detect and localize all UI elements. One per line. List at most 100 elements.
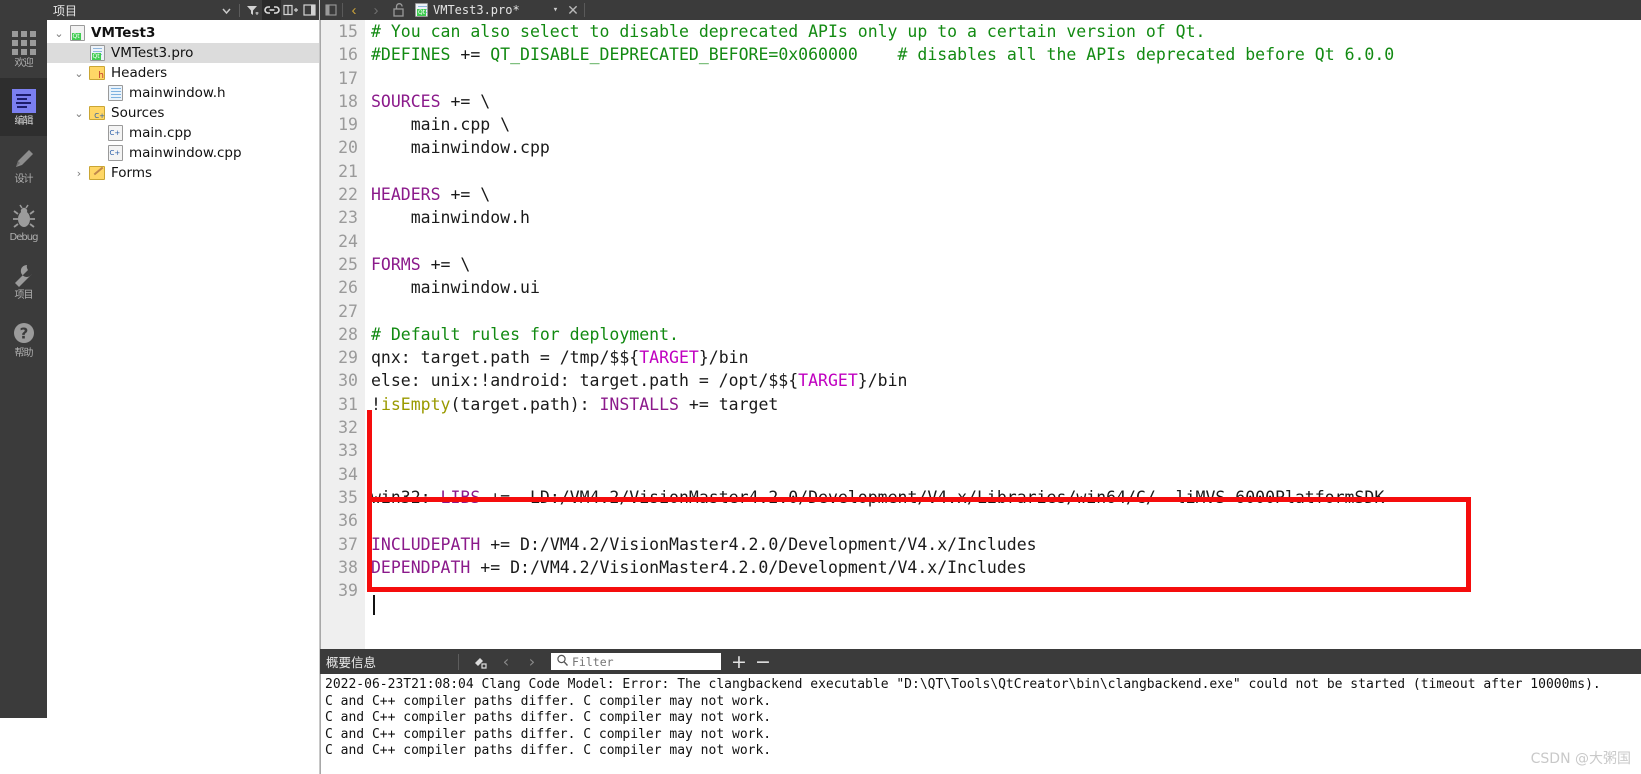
mode-item-welcome[interactable]: 欢迎 — [0, 20, 47, 78]
line-number: 34 — [338, 464, 358, 484]
nav-forward-icon[interactable]: › — [365, 0, 387, 20]
code-token: ! — [371, 394, 381, 414]
mode-item-projects[interactable]: 项目 — [0, 252, 47, 310]
tree-item-vmtest3-pro[interactable]: VMTest3.pro — [47, 43, 319, 63]
split-view-icon[interactable] — [281, 0, 300, 20]
line-number: 23 — [338, 208, 358, 228]
chevron-expanded-icon[interactable]: ⌄ — [51, 27, 67, 40]
header-file-icon — [105, 85, 125, 101]
code-token: QT_DISABLE_DEPRECATED_BEFORE=0x060000 — [490, 45, 858, 65]
tree-item-forms[interactable]: › Forms — [47, 163, 319, 183]
link-icon[interactable] — [262, 0, 281, 20]
mode-item-design[interactable]: 设计 — [0, 136, 47, 194]
code-token: mainwindow.h — [371, 208, 530, 228]
tree-item-mainwindow-cpp[interactable]: mainwindow.cpp — [47, 143, 319, 163]
line-number: 36 — [338, 511, 358, 531]
line-number: 30 — [338, 371, 358, 391]
code-line: main.cpp \ — [371, 113, 1641, 136]
mode-label-welcome: 欢迎 — [14, 57, 34, 69]
code-line: DEPENDPATH += D:/VM4.2/VisionMaster4.2.0… — [371, 556, 1641, 579]
qt-project-icon — [67, 25, 87, 41]
next-issue-icon[interactable]: › — [519, 649, 545, 674]
line-number: 25 — [338, 254, 358, 274]
folder-h-icon — [87, 66, 107, 81]
chevron-collapsed-icon[interactable]: › — [71, 167, 87, 180]
code-token: qnx: target.path = /tmp/$$ — [371, 348, 630, 368]
clear-icon[interactable] — [467, 649, 493, 674]
chevron-expanded-icon[interactable]: ⌄ — [71, 67, 87, 80]
code-token: += \ — [440, 91, 491, 111]
mode-item-edit[interactable]: 编辑 — [0, 78, 47, 136]
mode-item-debug[interactable]: Debug — [0, 194, 47, 252]
code-token: { — [788, 371, 799, 391]
chevron-down-icon[interactable] — [217, 0, 236, 20]
tree-label: main.cpp — [129, 125, 192, 141]
editor-main-area: ‹ › VMTest3.pro* ▾ ✕ 15 16 17 18 19 20 21 22 23 2… — [320, 0, 1641, 774]
code-token: win32: — [371, 487, 441, 507]
tree-item-headers[interactable]: ⌄ Headers — [47, 63, 319, 83]
tree-label: Sources — [111, 105, 165, 121]
code-line: win32: LIBS += -LD:/VM4.2/VisionMaster4.… — [371, 486, 1641, 509]
code-token: FORMS — [371, 254, 421, 274]
line-number: 31 — [338, 394, 358, 414]
collapse-sidebar-icon[interactable] — [320, 0, 342, 20]
code-token: += D:/VM4.2/VisionMaster4.2.0/Developmen… — [480, 534, 1037, 554]
filter-icon[interactable] — [243, 0, 262, 20]
edit-icon — [11, 88, 37, 114]
editor-tab-vmtest3-pro[interactable]: VMTest3.pro* ▾ — [409, 0, 562, 20]
wrench-icon — [11, 262, 37, 288]
tree-item-vmtest3[interactable]: ⌄ VMTest3 — [47, 23, 319, 43]
mode-item-help[interactable]: ? 帮助 — [0, 310, 47, 368]
filter-input[interactable] — [572, 654, 712, 669]
tree-item-main-cpp[interactable]: main.cpp — [47, 123, 319, 143]
code-token: else: unix:!android: target.path = /opt/… — [371, 371, 789, 391]
tree-label: Forms — [111, 165, 153, 181]
code-editor[interactable]: 15 16 17 18 19 20 21 22 23 24 25 26 27 28 29 30 31 32 33 34… — [321, 20, 1641, 649]
prev-issue-icon[interactable]: ‹ — [493, 649, 519, 674]
close-icon[interactable]: ✕ — [562, 2, 584, 19]
line-number-gutter: 15 16 17 18 19 20 21 22 23 24 25 26 27 28 29 30 31 32 33 34… — [321, 20, 365, 649]
line-number: 33 — [338, 441, 358, 461]
nav-back-icon[interactable]: ‹ — [343, 0, 365, 20]
code-token: SOURCES — [371, 91, 441, 111]
line-number: 15 — [338, 22, 358, 41]
code-token: #DEFINES — [371, 45, 451, 65]
collapse-panel-icon[interactable] — [300, 0, 319, 20]
filter-box[interactable] — [551, 653, 721, 670]
svg-text:?: ? — [19, 324, 28, 342]
tree-item-mainwindow-h[interactable]: mainwindow.h — [47, 83, 319, 103]
tabbar-divider-2 — [583, 3, 585, 17]
code-token: # disables all the APIs deprecated befor… — [897, 45, 1395, 65]
code-token: isEmpty — [380, 394, 451, 414]
lock-icon[interactable] — [387, 0, 409, 20]
console-line: C and C++ compiler paths differ. C compi… — [325, 726, 772, 742]
panel-title: 概要信息 — [326, 655, 377, 670]
line-number: 22 — [338, 185, 358, 205]
code-token: TARGET — [798, 371, 858, 391]
mode-label-debug: Debug — [9, 231, 39, 243]
code-token: INSTALLS — [599, 394, 679, 414]
cpp-file-icon — [105, 125, 125, 141]
mode-label-design: 设计 — [14, 173, 34, 185]
tree-item-sources[interactable]: ⌄ Sources — [47, 103, 319, 123]
sidebar-divider — [239, 3, 240, 17]
code-token: }/bin — [857, 371, 908, 391]
code-token: HEADERS — [371, 185, 441, 205]
sidebar-header: 项目 — [47, 0, 319, 20]
console-output[interactable]: 2022-06-23T21:08:04 Clang Code Model: Er… — [320, 674, 1641, 774]
code-line: INCLUDEPATH += D:/VM4.2/VisionMaster4.2.… — [371, 533, 1641, 556]
line-number: 26 — [338, 278, 358, 298]
code-content[interactable]: # You can also select to disable depreca… — [365, 20, 1641, 649]
chevron-down-icon[interactable]: ▾ — [553, 5, 558, 15]
line-number: 29 — [338, 348, 358, 368]
chevron-expanded-icon[interactable]: ⌄ — [71, 107, 87, 120]
code-token: { — [629, 348, 640, 368]
remove-button[interactable]: − — [751, 652, 775, 672]
add-button[interactable]: + — [727, 652, 751, 672]
pencil-icon — [11, 146, 37, 172]
console-line: C and C++ compiler paths differ. C compi… — [325, 710, 772, 725]
